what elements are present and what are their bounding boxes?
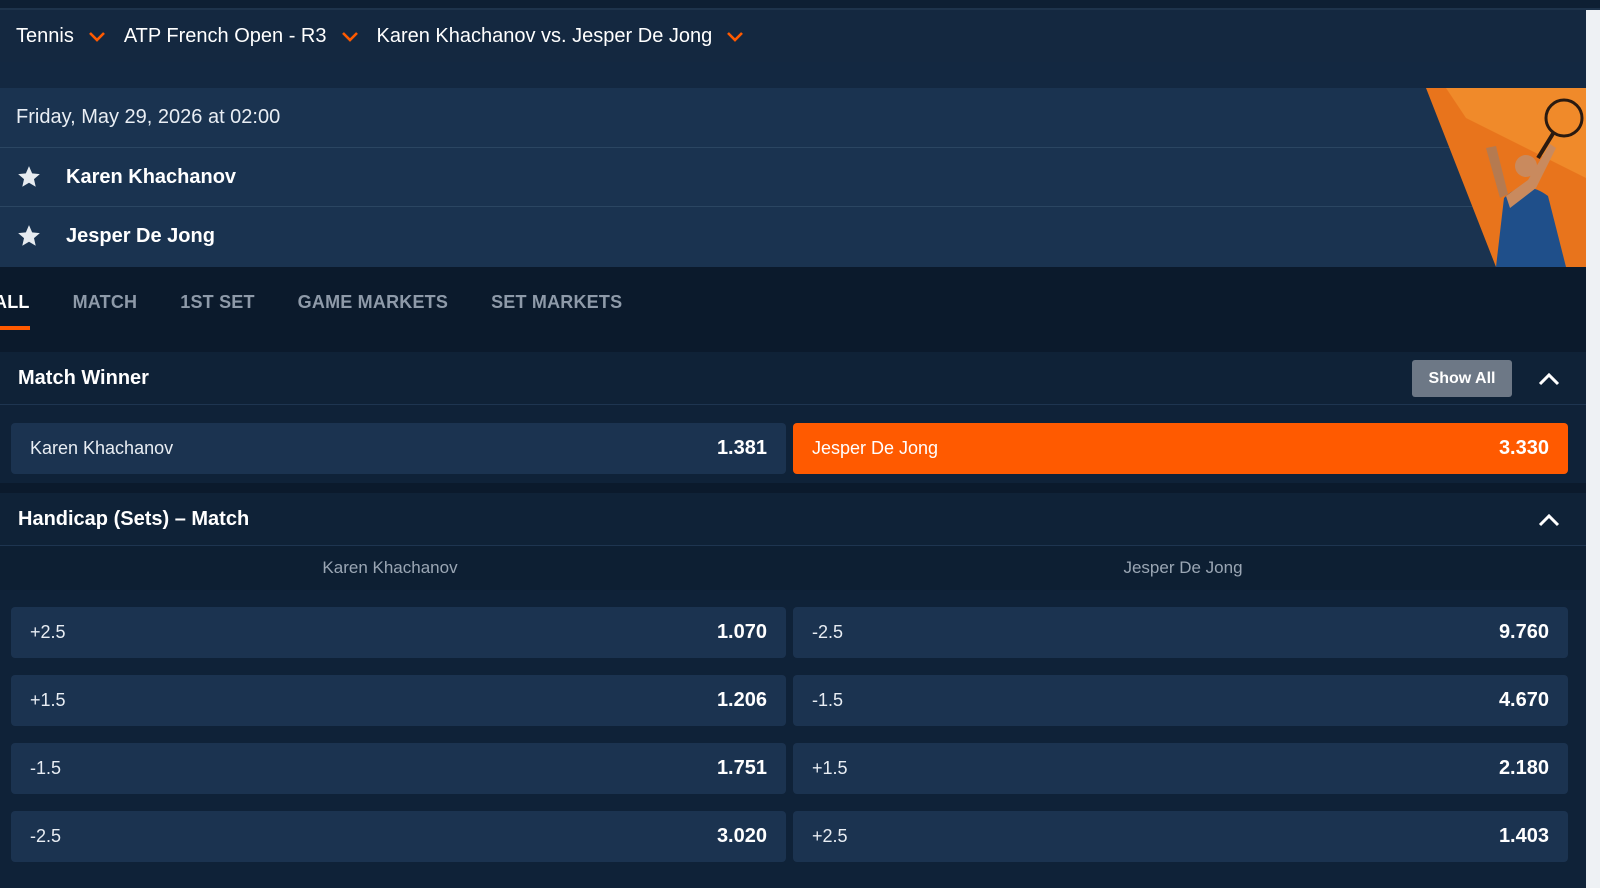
section-title: Handicap (Sets) – Match	[18, 507, 250, 530]
team-1-name: Karen Khachanov	[66, 165, 237, 188]
handicap-label: +2.5	[30, 622, 66, 642]
odds-button[interactable]: +2.5 1.403	[793, 811, 1568, 862]
breadcrumb: Tennis ATP French Open - R3 Karen Khacha…	[0, 10, 1586, 62]
match-winner-header[interactable]: Match Winner Show All	[0, 352, 1586, 405]
odds-value: 1.381	[716, 437, 767, 459]
odds-value: 9.760	[1498, 621, 1549, 643]
tab-1st-set[interactable]: 1ST SET	[180, 292, 254, 313]
chevron-up-icon[interactable]	[1536, 366, 1562, 392]
column-header-team-1: Karen Khachanov	[0, 546, 780, 590]
event-team-row: Jesper De Jong	[0, 206, 1586, 265]
odds-value: 1.403	[1498, 825, 1549, 847]
tab-set-markets[interactable]: SET MARKETS	[491, 292, 622, 313]
handicap-label: +1.5	[30, 690, 66, 710]
odds-value: 1.070	[716, 621, 767, 643]
favorite-star-icon[interactable]	[16, 164, 42, 190]
breadcrumb-match-label: Karen Khachanov vs. Jesper De Jong	[376, 24, 713, 47]
event-date: Friday, May 29, 2026 at 02:00	[16, 106, 281, 128]
chevron-down-icon[interactable]	[341, 27, 359, 45]
breadcrumb-tournament-label: ATP French Open - R3	[123, 24, 327, 47]
market-tabs: ALL MATCH 1ST SET GAME MARKETS SET MARKE…	[0, 267, 1586, 337]
chevron-down-icon[interactable]	[726, 27, 744, 45]
odds-button[interactable]: -1.5 4.670	[793, 675, 1568, 726]
odds-value: 4.670	[1498, 689, 1549, 711]
chevron-up-icon[interactable]	[1536, 507, 1562, 533]
odds-value: 3.020	[716, 825, 767, 847]
section-title: Match Winner	[18, 366, 149, 389]
selection-label: Karen Khachanov	[30, 438, 174, 458]
odds-value: 3.330	[1498, 437, 1549, 459]
team-2-name: Jesper De Jong	[66, 224, 215, 247]
event-date-row: Friday, May 29, 2026 at 02:00	[0, 88, 1586, 147]
tennis-player-image	[1426, 88, 1586, 267]
event-header: Friday, May 29, 2026 at 02:00 Karen Khac…	[0, 88, 1586, 267]
breadcrumb-match[interactable]: Karen Khachanov vs. Jesper De Jong	[377, 25, 745, 48]
selection-label: Jesper De Jong	[812, 438, 939, 458]
handicap-header[interactable]: Handicap (Sets) – Match	[0, 493, 1586, 546]
scrollbar[interactable]	[1586, 10, 1600, 888]
handicap-label: -1.5	[812, 690, 844, 710]
odds-value: 2.180	[1498, 757, 1549, 779]
odds-button[interactable]: +2.5 1.070	[11, 607, 786, 658]
handicap-label: -2.5	[30, 826, 62, 846]
odds-value: 1.751	[716, 757, 767, 779]
breadcrumb-sport[interactable]: Tennis	[16, 25, 106, 48]
tab-match[interactable]: MATCH	[73, 292, 138, 313]
column-header-team-2: Jesper De Jong	[780, 546, 1586, 590]
odds-button[interactable]: -1.5 1.751	[11, 743, 786, 794]
top-bar	[0, 0, 1600, 10]
odds-button[interactable]: -2.5 9.760	[793, 607, 1568, 658]
breadcrumb-tournament[interactable]: ATP French Open - R3	[124, 25, 359, 48]
odds-button[interactable]: +1.5 1.206	[11, 675, 786, 726]
handicap-label: +1.5	[812, 758, 848, 778]
odds-button[interactable]: +1.5 2.180	[793, 743, 1568, 794]
tab-game-markets[interactable]: GAME MARKETS	[298, 292, 448, 313]
odds-button[interactable]: -2.5 3.020	[11, 811, 786, 862]
handicap-label: +2.5	[812, 826, 848, 846]
breadcrumb-sport-label: Tennis	[16, 24, 74, 47]
chevron-down-icon[interactable]	[88, 27, 106, 45]
odds-button-selected[interactable]: Jesper De Jong 3.330	[793, 423, 1568, 474]
odds-value: 1.206	[716, 689, 767, 711]
favorite-star-icon[interactable]	[16, 223, 42, 249]
show-all-button[interactable]: Show All	[1412, 360, 1512, 397]
odds-button[interactable]: Karen Khachanov 1.381	[11, 423, 786, 474]
spacer-band	[0, 62, 1586, 88]
handicap-label: -2.5	[812, 622, 844, 642]
tab-all[interactable]: ALL	[0, 292, 30, 330]
handicap-label: -1.5	[30, 758, 62, 778]
event-team-row: Karen Khachanov	[0, 147, 1586, 206]
